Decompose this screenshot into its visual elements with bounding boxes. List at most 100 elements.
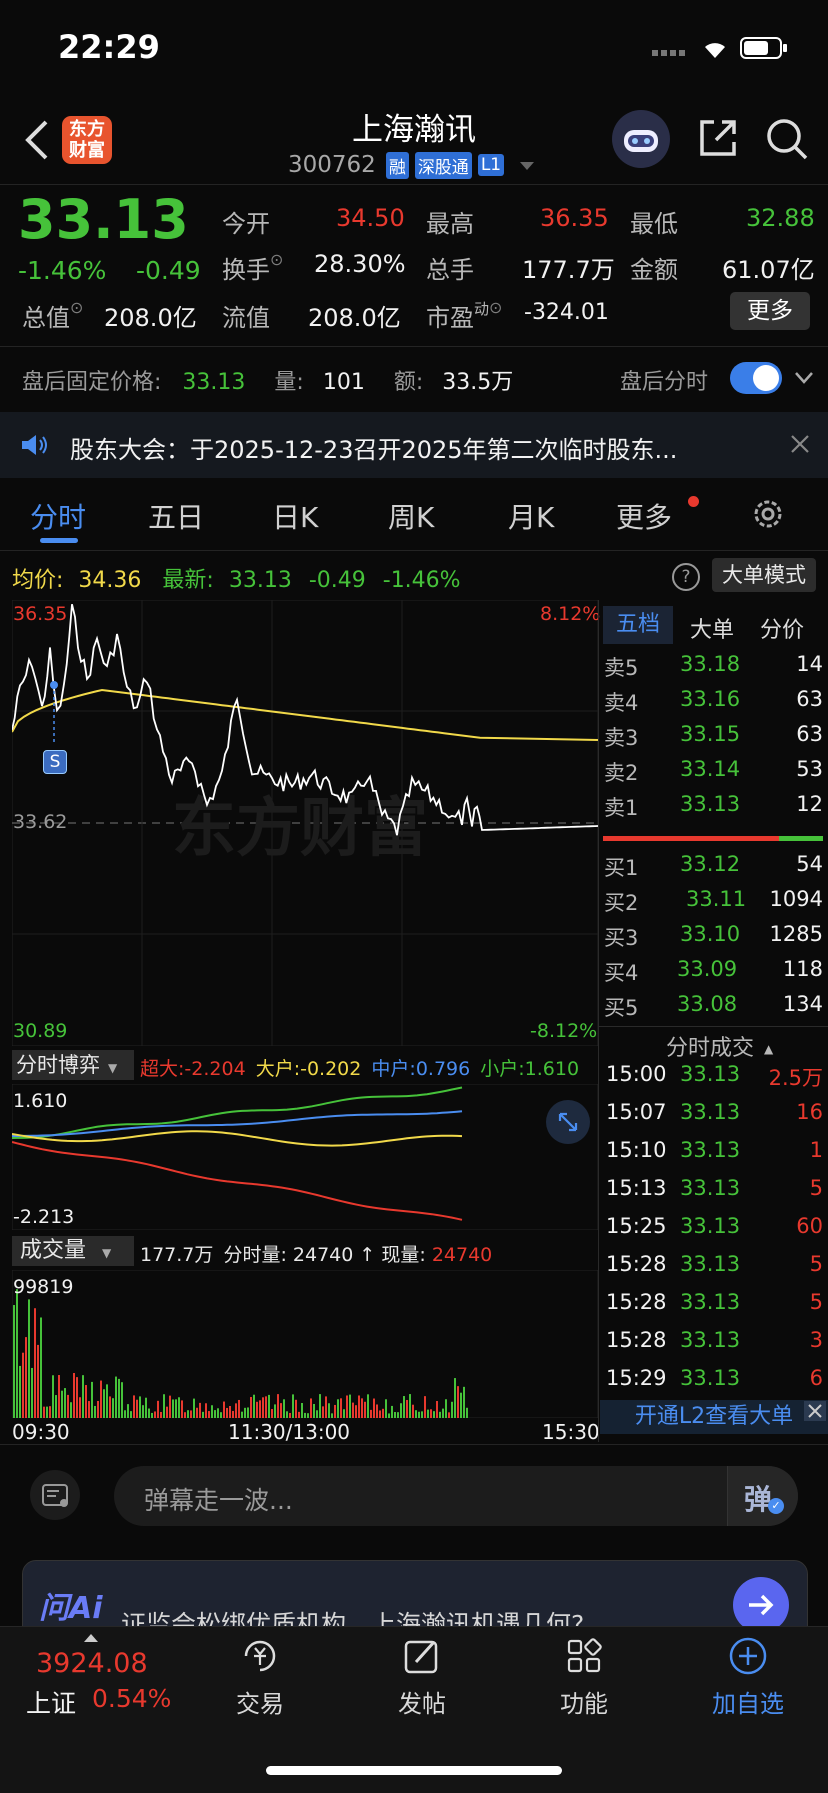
nav-add-watchlist[interactable]: 加自选 [700, 1634, 796, 1719]
after-hours-toggle[interactable] [730, 362, 782, 394]
after-hours-amt-label: 额: [393, 370, 424, 395]
speaker-icon [20, 432, 50, 462]
nav-trade[interactable]: 交易 [220, 1634, 300, 1719]
price-chart[interactable]: 东方财富 [12, 600, 598, 1046]
nav-post[interactable]: 发帖 [382, 1634, 462, 1719]
trade-row: 15:28 33.13 3 [606, 1328, 823, 1352]
expand-icon[interactable] [546, 1100, 590, 1144]
mcap-value: 208.0亿 [104, 304, 197, 332]
float-label: 流值 [222, 304, 270, 332]
pe-label: 市盈动⊙ [426, 298, 503, 332]
avg-value: 34.36 [78, 568, 142, 593]
sell-marker[interactable]: S [43, 750, 67, 774]
index-value[interactable]: 3924.08 [36, 1648, 148, 1679]
danmu-input[interactable]: 弹幕走一波... 弹 ✓ [114, 1466, 798, 1526]
turnover-label: 换手⊙ [222, 250, 284, 284]
red-dot-badge [688, 496, 699, 507]
share-icon[interactable] [696, 116, 740, 164]
volume-label: 总手 [426, 256, 474, 284]
index-pct[interactable]: 0.54% [92, 1684, 171, 1713]
trade-row: 15:28 33.13 5 [606, 1290, 823, 1314]
after-hours-row: 盘后固定价格: 33.13 量: 101 额: 33.5万 [22, 364, 513, 396]
volume-legend: 177.7万 分时量: 24740 ↑ 现量: 24740 [140, 1244, 493, 1266]
orderbook-divider [598, 600, 599, 1442]
pe-value: -324.01 [524, 300, 609, 325]
nav-functions[interactable]: 功能 [544, 1634, 624, 1719]
bid-row: 买3 33.10 1285 [604, 922, 823, 950]
trade-row: 15:25 33.13 60 [606, 1214, 823, 1238]
float-value: 208.0亿 [308, 304, 401, 332]
flow-small-line [12, 1086, 463, 1139]
time-start: 09:30 [12, 1420, 70, 1444]
avg-label: 均价: [12, 568, 64, 593]
robot-avatar-icon[interactable] [612, 110, 670, 168]
orderbook-tab-price[interactable]: 分价 [760, 612, 804, 644]
check-icon: ✓ [768, 1498, 784, 1514]
after-hours-amt: 33.5万 [442, 370, 514, 395]
more-button[interactable]: 更多 [730, 292, 810, 330]
stock-code-row: 300762 融 深股通 L1 [288, 150, 535, 180]
last-change: -0.49 [308, 568, 366, 593]
orderbook-tab-big[interactable]: 大单 [690, 612, 734, 644]
trade-row: 15:00 33.13 2.5万 [606, 1062, 823, 1090]
orderbook-tab-level5[interactable]: 五档 [603, 606, 673, 644]
gear-icon[interactable] [750, 496, 786, 536]
tab-monthly-k[interactable]: 月K [508, 496, 554, 536]
flow-chart[interactable] [12, 1084, 598, 1230]
notice-text[interactable]: 股东大会：于2025-12-23召开2025年第二次临时股东... [70, 430, 750, 465]
axis-pct-top: 8.12% [540, 603, 601, 625]
axis-price-top: 36.35 [13, 603, 68, 625]
index-up-arrow [84, 1628, 98, 1647]
tab-more[interactable]: 更多 [616, 496, 672, 536]
bid-row: 买2 33.11 1094 [604, 887, 823, 915]
avg-price-line [12, 688, 598, 741]
after-hours-toggle-label: 盘后分时 [620, 370, 709, 395]
close-icon[interactable] [804, 1401, 826, 1421]
last-label: 最新: [162, 568, 214, 593]
volume-axis-top: 99819 [13, 1276, 74, 1298]
open-value: 34.50 [336, 204, 405, 232]
bid-row: 买5 33.08 134 [604, 992, 823, 1020]
l2-upgrade-button[interactable]: 开通L2查看大单 [600, 1400, 828, 1434]
ai-logo: 问Ai [39, 1591, 103, 1626]
flow-dropdown[interactable]: 分时博弈 ▼ [12, 1050, 134, 1080]
grid-icon [567, 1638, 602, 1673]
ask-row: 卖4 33.16 63 [604, 687, 823, 715]
time-mid: 11:30/13:00 [228, 1420, 351, 1444]
last-pct: -1.46% [382, 568, 461, 593]
trade-row: 15:07 33.13 16 [606, 1100, 823, 1124]
tab-weekly-k[interactable]: 周K [388, 496, 434, 536]
tab-five-day[interactable]: 五日 [148, 496, 204, 536]
tab-daily-k[interactable]: 日K [272, 496, 318, 536]
chevron-down-icon[interactable] [794, 370, 814, 389]
big-order-mode-button[interactable]: 大单模式 [712, 558, 816, 592]
ask-row: 卖5 33.18 14 [604, 652, 823, 680]
flow-axis-bottom: -2.213 [13, 1206, 75, 1228]
trade-row: 15:13 33.13 5 [606, 1176, 823, 1200]
trade-row: 15:10 33.13 1 [606, 1138, 823, 1162]
trade-row: 15:28 33.13 5 [606, 1252, 823, 1276]
volume-value: 177.7万 [522, 256, 615, 284]
close-icon[interactable] [790, 434, 810, 458]
bid-row: 买1 33.12 54 [604, 852, 823, 880]
arrow-right-icon[interactable] [733, 1577, 789, 1633]
status-time: 22:29 [58, 28, 160, 66]
trades-divider [598, 1026, 828, 1027]
low-value: 32.88 [746, 204, 815, 232]
help-icon[interactable]: ? [672, 563, 700, 591]
danmu-settings-icon[interactable] [30, 1470, 80, 1520]
volume-chart[interactable] [12, 1270, 598, 1418]
chevron-down-icon[interactable] [520, 156, 535, 175]
volume-dropdown[interactable]: 成交量 ▼ [12, 1236, 134, 1266]
chart-header: 均价: 34.36 最新: 33.13 -0.49 -1.46% [12, 562, 461, 594]
trade-icon [244, 1640, 276, 1672]
index-name[interactable]: 上证 [26, 1684, 76, 1720]
tag-margin: 融 [385, 151, 409, 179]
wifi-icon [700, 36, 730, 64]
trade-row: 15:29 33.13 6 [606, 1366, 823, 1390]
search-icon[interactable] [764, 116, 810, 166]
flow-axis-top: 1.610 [13, 1090, 68, 1112]
tab-intraday[interactable]: 分时 [30, 496, 86, 536]
danmu-send-button[interactable]: 弹 ✓ [727, 1466, 798, 1526]
mcap-label: 总值⊙ [22, 298, 84, 332]
